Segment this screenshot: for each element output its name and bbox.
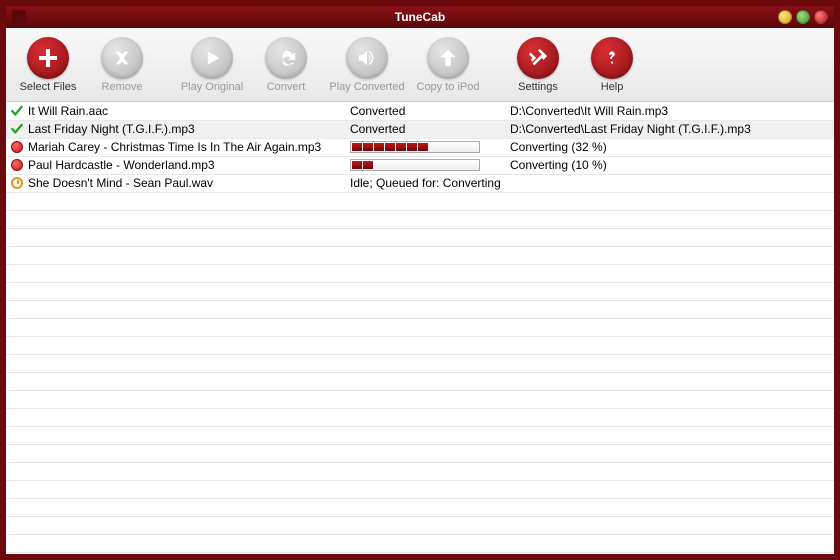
table-row-empty[interactable] [6,300,834,318]
file-name: She Doesn't Mind - Sean Paul.wav [28,176,213,190]
status-cell [346,138,506,156]
output-cell: D:\Converted\It Will Rain.mp3 [506,102,834,120]
play-converted-button[interactable]: Play Converted [326,35,408,95]
x-icon [101,37,143,79]
status-cell: Idle; Queued for: Converting [346,174,506,192]
app-icon [12,10,26,24]
file-name: It Will Rain.aac [28,104,108,118]
recording-icon [10,140,24,154]
copy-to-ipod-button[interactable]: Copy to iPod [414,35,482,95]
recording-icon [10,158,24,172]
table-row-empty[interactable] [6,210,834,228]
table-row[interactable]: She Doesn't Mind - Sean Paul.wav Idle; Qu… [6,174,834,192]
remove-button[interactable]: Remove [88,35,156,95]
settings-button[interactable]: Settings [504,35,572,95]
table-row-empty[interactable] [6,390,834,408]
table-row-empty[interactable] [6,318,834,336]
table-row-empty[interactable] [6,408,834,426]
clock-icon [10,176,24,190]
progress-bar [350,159,480,171]
file-table: It Will Rain.aac ConvertedD:\Converted\It… [6,102,834,554]
table-row-empty[interactable] [6,444,834,462]
file-name: Last Friday Night (T.G.I.F.).mp3 [28,122,195,136]
table-row-empty[interactable] [6,426,834,444]
progress-bar [350,141,480,153]
select-files-button[interactable]: Select Files [14,35,82,95]
play-icon [191,37,233,79]
table-row-empty[interactable] [6,282,834,300]
help-button[interactable]: Help [578,35,646,95]
sound-icon [346,37,388,79]
window-controls [778,10,828,24]
titlebar[interactable]: TuneCab [6,6,834,28]
table-row-empty[interactable] [6,462,834,480]
status-cell [346,156,506,174]
refresh-icon [265,37,307,79]
maximize-button[interactable] [796,10,810,24]
check-icon [10,104,24,118]
output-cell: Converting (10 %) [506,156,834,174]
question-icon [591,37,633,79]
status-cell: Converted [346,102,506,120]
table-row[interactable]: Paul Hardcastle - Wonderland.mp3 Converti… [6,156,834,174]
tools-icon [517,37,559,79]
window-title: TuneCab [395,10,445,24]
table-row[interactable]: Mariah Carey - Christmas Time Is In The … [6,138,834,156]
check-icon [10,122,24,136]
app-window: TuneCab Select Files Remove Play Origina… [0,0,840,560]
file-name: Mariah Carey - Christmas Time Is In The … [28,140,321,154]
table-row[interactable]: Last Friday Night (T.G.I.F.).mp3 Converte… [6,120,834,138]
convert-button[interactable]: Convert [252,35,320,95]
minimize-button[interactable] [778,10,792,24]
table-row-empty[interactable] [6,264,834,282]
table-row-empty[interactable] [6,354,834,372]
close-button[interactable] [814,10,828,24]
file-list[interactable]: It Will Rain.aac ConvertedD:\Converted\It… [6,102,834,554]
table-row-empty[interactable] [6,228,834,246]
file-name: Paul Hardcastle - Wonderland.mp3 [28,158,215,172]
status-cell: Converted [346,120,506,138]
up-arrow-icon [427,37,469,79]
table-row[interactable]: It Will Rain.aac ConvertedD:\Converted\It… [6,102,834,120]
table-row-empty[interactable] [6,192,834,210]
table-row-empty[interactable] [6,534,834,552]
table-row-empty[interactable] [6,498,834,516]
output-cell: Converting (32 %) [506,138,834,156]
output-cell: D:\Converted\Last Friday Night (T.G.I.F.… [506,120,834,138]
plus-icon [27,37,69,79]
table-row-empty[interactable] [6,516,834,534]
table-row-empty[interactable] [6,372,834,390]
table-row-empty[interactable] [6,246,834,264]
table-row-empty[interactable] [6,552,834,554]
output-cell [506,174,834,192]
toolbar: Select Files Remove Play Original Conver… [6,28,834,102]
table-row-empty[interactable] [6,480,834,498]
play-original-button[interactable]: Play Original [178,35,246,95]
table-row-empty[interactable] [6,336,834,354]
